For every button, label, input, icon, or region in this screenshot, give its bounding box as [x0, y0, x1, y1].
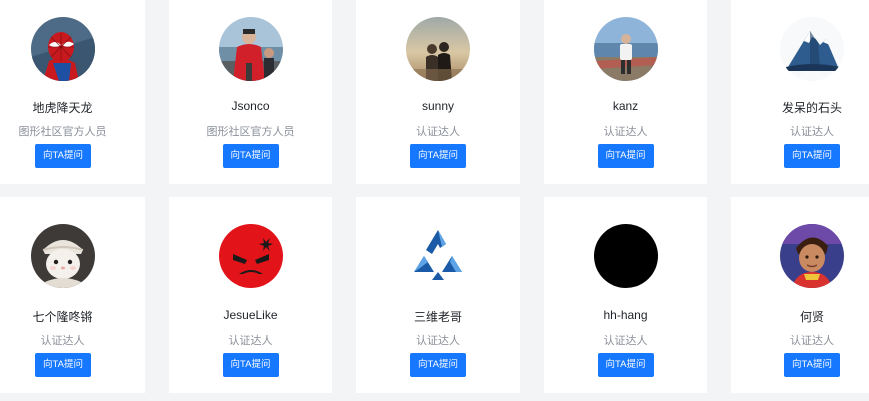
ask-button[interactable]: 向TA提问	[597, 353, 654, 377]
expert-name: sunny	[421, 99, 455, 113]
expert-role: 认证达人	[416, 126, 460, 138]
couple-sunset-avatar[interactable]	[406, 17, 470, 81]
expert-name: Jsonco	[231, 99, 270, 113]
expert-role: 认证达人	[790, 126, 834, 138]
expert-card[interactable]: kanz 认证达人 向TA提问	[544, 0, 707, 184]
expert-name: 何贤	[799, 310, 824, 324]
expert-name: hh-hang	[603, 308, 648, 322]
white-rabbit-avatar[interactable]	[31, 224, 95, 288]
ask-button[interactable]: 向TA提问	[222, 353, 279, 377]
expert-card[interactable]: 何贤 认证达人 向TA提问	[731, 197, 869, 393]
angry-face-avatar[interactable]	[218, 224, 283, 288]
expert-card[interactable]: 发呆的石头 认证达人 向TA提问	[731, 0, 869, 184]
ask-button[interactable]: 向TA提问	[410, 144, 466, 168]
expert-card[interactable]: JesueLike 认证达人 向TA提问	[169, 197, 332, 393]
expert-name: 地虎降天龙	[32, 101, 93, 115]
expert-name: JesueLike	[223, 308, 278, 322]
expert-name: 三维老哥	[413, 310, 462, 324]
expert-role: 认证达人	[790, 335, 834, 347]
expert-role: 图形社区官方人员	[206, 126, 295, 138]
expert-card[interactable]: hh-hang 认证达人 向TA提问	[544, 197, 707, 393]
expert-card[interactable]: 三维老哥 认证达人 向TA提问	[356, 197, 520, 393]
ask-button[interactable]: 向TA提问	[410, 353, 466, 377]
expert-card[interactable]: Jsonco 图形社区官方人员 向TA提问	[169, 0, 332, 184]
expert-role: 图形社区官方人员	[18, 126, 107, 138]
snow-mountain-avatar[interactable]	[780, 17, 844, 81]
cartoon-boy-avatar[interactable]	[780, 224, 844, 288]
expert-name: 七个隆咚锵	[32, 310, 93, 324]
person-lakeside-avatar[interactable]	[593, 17, 658, 81]
ask-button[interactable]: 向TA提问	[784, 144, 840, 168]
expert-role: 认证达人	[603, 126, 648, 138]
spiderman-avatar[interactable]	[31, 17, 95, 81]
ask-button[interactable]: 向TA提问	[35, 353, 91, 377]
blue-triangle-logo-avatar[interactable]	[406, 224, 470, 288]
expert-card[interactable]: 七个隆咚锵 认证达人 向TA提问	[0, 197, 145, 393]
ask-button[interactable]: 向TA提问	[784, 353, 840, 377]
expert-role: 认证达人	[603, 335, 648, 347]
ask-button[interactable]: 向TA提问	[35, 144, 91, 168]
expert-grid: 地虎降天龙 图形社区官方人员 向TA提问 Jsonco 图形社区官方人员 向TA…	[0, 0, 869, 401]
expert-card[interactable]: 地虎降天龙 图形社区官方人员 向TA提问	[0, 0, 145, 184]
ask-button[interactable]: 向TA提问	[597, 144, 654, 168]
expert-role: 认证达人	[416, 335, 460, 347]
expert-role: 认证达人	[40, 335, 85, 347]
expert-name: 发呆的石头	[781, 101, 842, 115]
person-red-jacket-avatar[interactable]	[218, 17, 283, 81]
expert-role: 认证达人	[228, 335, 273, 347]
expert-card[interactable]: sunny 认证达人 向TA提问	[356, 0, 520, 184]
black-circle-avatar[interactable]	[593, 224, 658, 288]
ask-button[interactable]: 向TA提问	[222, 144, 279, 168]
expert-name: kanz	[612, 99, 639, 113]
